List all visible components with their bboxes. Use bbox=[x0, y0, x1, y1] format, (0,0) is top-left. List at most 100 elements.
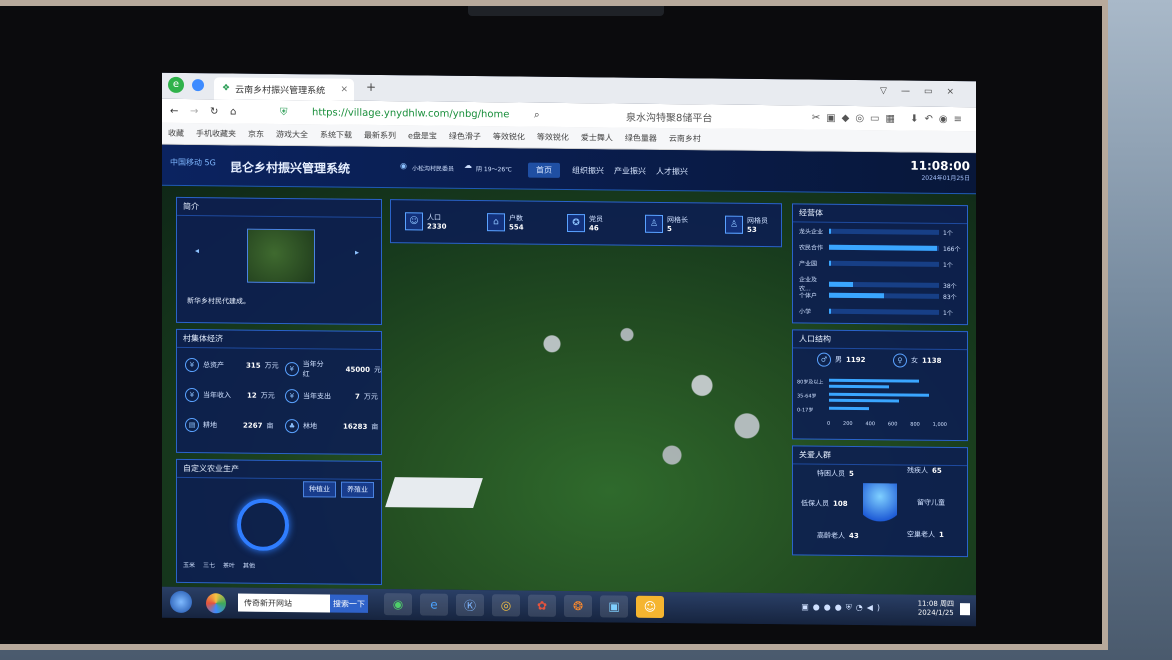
firefox-icon[interactable]: ❂ bbox=[564, 594, 592, 618]
care-hologram-icon bbox=[863, 483, 897, 528]
nav-industry[interactable]: 产业振兴 bbox=[614, 165, 646, 176]
subject-row: 小学 1个 bbox=[799, 306, 953, 317]
tab-title: 云南乡村振兴管理系统 bbox=[235, 85, 326, 96]
econ-total-assets: ¥ 总资产 315 万元 bbox=[185, 357, 279, 373]
app-launcher-icon[interactable] bbox=[206, 593, 226, 614]
show-desktop-icon[interactable] bbox=[960, 603, 970, 616]
remote-desktop-icon[interactable]: ▣ bbox=[600, 595, 628, 618]
bookmark-10[interactable]: 爱士舞人 bbox=[581, 132, 613, 143]
economy-title: 村集体经济 bbox=[177, 329, 381, 351]
care-value: 1 bbox=[939, 530, 944, 539]
planting-button[interactable]: 种植业 bbox=[303, 481, 336, 498]
next-arrow-icon[interactable]: ▸ bbox=[355, 248, 359, 257]
ie-icon[interactable]: e bbox=[420, 593, 448, 616]
users-icon: ♙ bbox=[725, 215, 743, 234]
male-value: 1192 bbox=[846, 355, 866, 365]
econ-label: 当年支出 bbox=[303, 392, 331, 401]
econ-value: 315 bbox=[246, 361, 261, 370]
econ-value: 16283 bbox=[343, 422, 368, 431]
bookmark-9[interactable]: 等效锐化 bbox=[537, 132, 569, 143]
econ-label: 总资产 bbox=[203, 361, 224, 370]
subject-count: 1个 bbox=[943, 309, 953, 318]
econ-value: 45000 bbox=[345, 365, 370, 374]
bookmark-3[interactable]: 游戏大全 bbox=[276, 129, 308, 140]
bookmark-5[interactable]: 最新系列 bbox=[364, 130, 396, 141]
econ-unit: 万元 bbox=[260, 391, 275, 400]
browser-360-icon[interactable]: ◉ bbox=[384, 593, 412, 616]
subject-count: 166个 bbox=[943, 245, 961, 254]
bookmark-6[interactable]: e盘是宝 bbox=[408, 130, 437, 141]
taskbar-search-input[interactable]: 传奇新开网站 bbox=[238, 593, 330, 613]
stat-grid-members: ♙ 网格员 53 bbox=[725, 215, 768, 234]
bookmark-12[interactable]: 云南乡村 bbox=[669, 133, 701, 144]
bookmark-7[interactable]: 绿色滑子 bbox=[449, 131, 481, 142]
nav-forward-icon[interactable]: → bbox=[190, 106, 198, 117]
refresh-icon[interactable]: ↻ bbox=[210, 106, 218, 117]
bookmark-2[interactable]: 京东 bbox=[248, 129, 264, 140]
econ-label: 当年分红 bbox=[302, 360, 324, 379]
age-label: 0-17岁 bbox=[797, 407, 814, 414]
farmland-icon: ▤ bbox=[185, 417, 199, 433]
chrome-icon[interactable]: ◎ bbox=[492, 594, 520, 617]
stat-label: 人口 bbox=[427, 213, 441, 222]
person-icon: ☺ bbox=[405, 212, 423, 231]
intro-photo[interactable] bbox=[247, 228, 315, 284]
shield-icon: ⛨ bbox=[280, 106, 288, 118]
econ-unit: 亩 bbox=[266, 421, 274, 430]
stat-value: 554 bbox=[509, 223, 524, 232]
econ-label: 林地 bbox=[303, 422, 317, 431]
econ-value: 12 bbox=[247, 391, 257, 400]
nav-home[interactable]: 首页 bbox=[528, 162, 560, 178]
female-value: 1138 bbox=[922, 356, 942, 365]
browser-search-field[interactable]: 泉水沟特聚8储平台 bbox=[626, 108, 712, 124]
home-icon[interactable]: ⌂ bbox=[230, 106, 236, 117]
age-bar bbox=[829, 398, 899, 403]
url-field[interactable]: https://village.ynydhlw.com/ynbg/home bbox=[312, 107, 509, 120]
subject-row: 产业园 1个 bbox=[799, 258, 953, 269]
taskbar-search-button[interactable]: 搜索一下 bbox=[330, 594, 368, 613]
econ-dividend: ¥ 当年分红 45000 元 bbox=[285, 359, 381, 380]
search-icon[interactable]: ⌕ bbox=[534, 109, 540, 120]
intro-title: 简介 bbox=[177, 197, 381, 219]
care-panel: 关爱人群 特困人员 5 残疾人 65 低保人员 108 留守儿童 高龄老人 43 空巢老… bbox=[792, 445, 968, 558]
back-icon[interactable] bbox=[192, 79, 204, 92]
prev-arrow-icon[interactable]: ◂ bbox=[195, 246, 199, 255]
tab-close-icon[interactable]: × bbox=[340, 85, 348, 95]
nav-back-icon[interactable]: ← bbox=[170, 105, 178, 116]
new-tab-button[interactable]: + bbox=[366, 80, 376, 94]
bookmark-8[interactable]: 等效锐化 bbox=[493, 131, 525, 142]
female-icon: ♀ bbox=[893, 353, 907, 368]
age-bar bbox=[829, 378, 919, 383]
age-label: 35-64岁 bbox=[797, 393, 817, 400]
agri-panel: 自定义农业生产 种植业 养殖业 玉米 三七 茶叶 其他 bbox=[176, 458, 382, 586]
active-tab[interactable]: ❖ 云南乡村振兴管理系统 × bbox=[214, 77, 354, 101]
stat-population: ☺ 人口 2330 bbox=[405, 212, 446, 231]
care-title: 关爱人群 bbox=[793, 446, 967, 467]
wechat-icon[interactable]: ☺ bbox=[636, 595, 664, 618]
econ-unit: 亩 bbox=[371, 422, 379, 432]
colorful-app-icon[interactable]: ✿ bbox=[528, 594, 556, 617]
x-tick: 1,000 bbox=[932, 421, 947, 428]
population-title: 人口结构 bbox=[793, 330, 967, 351]
bookmark-1[interactable]: 手机收藏夹 bbox=[196, 128, 236, 139]
subject-fill bbox=[829, 281, 854, 287]
subject-label: 龙头企业 bbox=[799, 228, 824, 236]
subjects-title: 经营体 bbox=[793, 204, 967, 225]
subject-row: 个体户 83个 bbox=[799, 290, 957, 301]
subject-label: 农民合作 bbox=[799, 244, 824, 252]
bookmark-4[interactable]: 系统下载 bbox=[320, 129, 352, 140]
user-icon: ♙ bbox=[645, 214, 663, 233]
nav-talent[interactable]: 人才振兴 bbox=[656, 166, 688, 177]
top-stats-panel: ☺ 人口 2330 ⌂ 户数 554 ✪ 党员 46 ♙ 网格长 5 ♙ 网格员 53 bbox=[390, 199, 782, 248]
intro-caption: 新华乡村民代建成。 bbox=[187, 296, 250, 306]
subject-count: 1个 bbox=[943, 261, 953, 270]
age-chart: 80岁及以上 35-64岁 0-17岁 0 200 400 600 800 1,… bbox=[797, 376, 963, 436]
start-button[interactable] bbox=[170, 590, 192, 614]
bookmark-11[interactable]: 绿色量器 bbox=[625, 133, 657, 144]
nav-org[interactable]: 组织振兴 bbox=[572, 165, 604, 176]
k-browser-icon[interactable]: Ⓚ bbox=[456, 593, 484, 617]
econ-income: ¥ 当年收入 12 万元 bbox=[185, 387, 275, 403]
breeding-button[interactable]: 养殖业 bbox=[341, 481, 374, 498]
stat-households: ⌂ 户数 554 bbox=[487, 213, 524, 232]
bookmark-0[interactable]: 收藏 bbox=[168, 128, 184, 139]
